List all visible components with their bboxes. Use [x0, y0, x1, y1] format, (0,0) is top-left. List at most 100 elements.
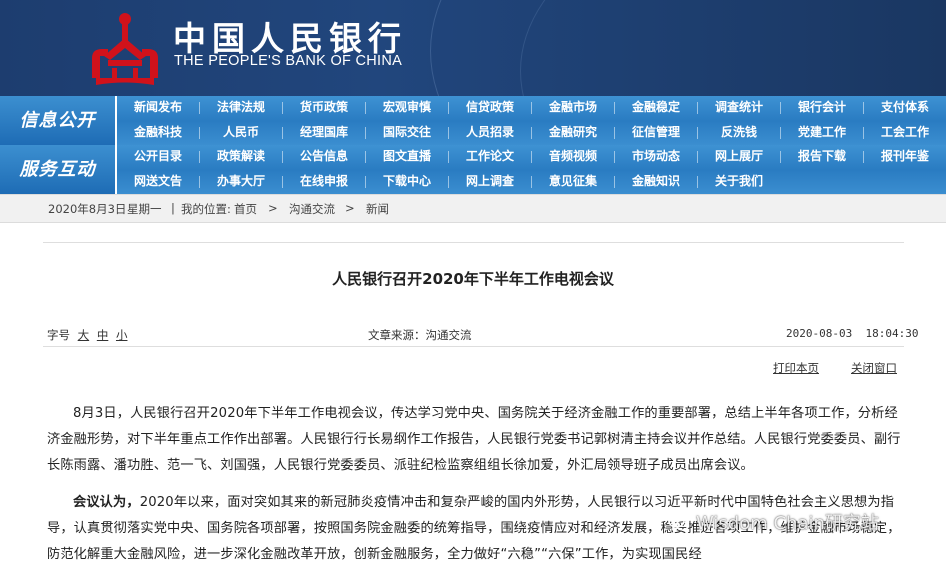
- nav-divider: [531, 102, 532, 114]
- nav-link[interactable]: 关于我们: [698, 170, 780, 194]
- nav-link[interactable]: 人民币: [200, 121, 282, 145]
- font-size-label: 字号: [47, 328, 70, 342]
- nav-divider: [531, 176, 532, 188]
- font-size-small-button[interactable]: 小: [116, 328, 128, 342]
- nav-divider: [365, 176, 366, 188]
- nav-link[interactable]: 调查统计: [698, 96, 780, 120]
- nav-link[interactable]: 网上调查: [449, 170, 531, 194]
- print-page-link[interactable]: 打印本页: [773, 360, 819, 376]
- breadcrumb-weekday: 星期一: [127, 202, 162, 216]
- nav-divider: [282, 102, 283, 114]
- font-size-medium-button[interactable]: 中: [97, 328, 109, 342]
- site-header: 中国人民银行 THE PEOPLE'S BANK OF CHINA: [0, 0, 946, 97]
- nav-divider: [199, 151, 200, 163]
- nav-divider: [614, 151, 615, 163]
- nav-link[interactable]: 经理国库: [283, 121, 365, 145]
- nav-divider: [365, 151, 366, 163]
- breadcrumb-item-home[interactable]: 首页: [234, 201, 257, 217]
- breadcrumb-item-communication[interactable]: 沟通交流: [289, 201, 335, 217]
- nav-divider: [448, 176, 449, 188]
- nav-divider: [282, 127, 283, 139]
- nav-section-service: 服务互动 公开目录 政策解读 公告信息 图文直播 工作论文 音频视频 市场动态 …: [0, 145, 946, 196]
- nav-link[interactable]: 下载中心: [366, 170, 448, 194]
- nav-divider: [780, 151, 781, 163]
- nav-divider: [780, 102, 781, 114]
- nav-divider: [697, 176, 698, 188]
- breadcrumb: 2020年8月3日 星期一 | 我的位置: 首页 > 沟通交流 > 新闻: [0, 194, 946, 223]
- header-decoration: [520, 0, 946, 97]
- nav-links-info: 新闻发布 法律法规 货币政策 宏观审慎 信贷政策 金融市场 金融稳定 调查统计 …: [117, 96, 946, 145]
- breadcrumb-item-news[interactable]: 新闻: [366, 201, 389, 217]
- nav-link[interactable]: 办事大厅: [200, 170, 282, 194]
- nav-link[interactable]: 新闻发布: [117, 96, 199, 120]
- nav-link[interactable]: 宏观审慎: [366, 96, 448, 120]
- divider: [43, 346, 904, 347]
- nav-divider: [365, 127, 366, 139]
- nav-link[interactable]: 金融市场: [532, 96, 614, 120]
- article-datetime: 2020-08-03 18:04:30: [786, 327, 919, 340]
- nav-section-info: 信息公开 新闻发布 法律法规 货币政策 宏观审慎 信贷政策 金融市场 金融稳定 …: [0, 96, 946, 147]
- nav-link[interactable]: 银行会计: [781, 96, 863, 120]
- close-window-link[interactable]: 关闭窗口: [851, 360, 897, 376]
- nav-link[interactable]: 金融科技: [117, 121, 199, 145]
- nav-link[interactable]: 意见征集: [532, 170, 614, 194]
- nav-link[interactable]: 人员招录: [449, 121, 531, 145]
- nav-link[interactable]: 图文直播: [366, 145, 448, 169]
- nav-link[interactable]: 支付体系: [864, 96, 946, 120]
- nav-divider: [199, 176, 200, 188]
- nav-link[interactable]: 工会工作: [864, 121, 946, 145]
- breadcrumb-date: 2020年8月3日: [48, 202, 127, 216]
- nav-link[interactable]: 市场动态: [615, 145, 697, 169]
- nav-divider: [365, 102, 366, 114]
- nav-link[interactable]: 金融知识: [615, 170, 697, 194]
- nav-link[interactable]: 法律法规: [200, 96, 282, 120]
- nav-link[interactable]: 在线申报: [283, 170, 365, 194]
- nav-divider: [614, 102, 615, 114]
- font-size-controls: 字号 大 中 小: [47, 327, 127, 343]
- nav-link[interactable]: 征信管理: [615, 121, 697, 145]
- nav-links-service: 公开目录 政策解读 公告信息 图文直播 工作论文 音频视频 市场动态 网上展厅 …: [117, 145, 946, 194]
- nav-link[interactable]: 音频视频: [532, 145, 614, 169]
- nav-divider: [448, 102, 449, 114]
- divider: [43, 242, 904, 243]
- nav-link[interactable]: 信贷政策: [449, 96, 531, 120]
- nav-divider: [863, 151, 864, 163]
- nav-link[interactable]: 金融稳定: [615, 96, 697, 120]
- nav-divider: [614, 127, 615, 139]
- nav-link[interactable]: 公告信息: [283, 145, 365, 169]
- nav-divider: [531, 127, 532, 139]
- nav-link[interactable]: 货币政策: [283, 96, 365, 120]
- paragraph-text: 8月3日，人民银行召开2020年下半年工作电视会议，传达学习党中央、国务院关于经…: [47, 406, 901, 473]
- watermark: Wisdom Chain研究站: [668, 509, 879, 535]
- nav-divider: [448, 151, 449, 163]
- article-title: 人民银行召开2020年下半年工作电视会议: [332, 270, 614, 288]
- font-size-large-button[interactable]: 大: [78, 328, 90, 342]
- nav-divider: [282, 151, 283, 163]
- article-source: 文章来源：沟通交流: [368, 328, 472, 342]
- nav-link[interactable]: 金融研究: [532, 121, 614, 145]
- nav-divider: [697, 127, 698, 139]
- nav-divider: [199, 127, 200, 139]
- nav-link[interactable]: 报告下载: [781, 145, 863, 169]
- nav-link[interactable]: 国际交往: [366, 121, 448, 145]
- nav-link[interactable]: 政策解读: [200, 145, 282, 169]
- pboc-logo-icon[interactable]: [88, 8, 162, 88]
- nav-title-service: 服务互动: [0, 145, 115, 194]
- nav-link[interactable]: 报刊年鉴: [864, 145, 946, 169]
- nav-divider: [531, 151, 532, 163]
- nav-link[interactable]: 工作论文: [449, 145, 531, 169]
- nav-link[interactable]: 党建工作: [781, 121, 863, 145]
- nav-divider: [199, 102, 200, 114]
- nav-divider: [780, 127, 781, 139]
- nav-link[interactable]: 反洗钱: [698, 121, 780, 145]
- nav-divider: [282, 176, 283, 188]
- breadcrumb-separator: |: [171, 201, 175, 215]
- site-title-en: THE PEOPLE'S BANK OF CHINA: [174, 53, 403, 69]
- watermark-text: Wisdom Chain研究站: [696, 513, 879, 534]
- nav-link[interactable]: 网上展厅: [698, 145, 780, 169]
- nav-link[interactable]: 网送文告: [117, 170, 199, 194]
- nav-divider: [614, 176, 615, 188]
- nav-title-info: 信息公开: [0, 96, 115, 145]
- nav-link[interactable]: 公开目录: [117, 145, 199, 169]
- nav-divider: [697, 102, 698, 114]
